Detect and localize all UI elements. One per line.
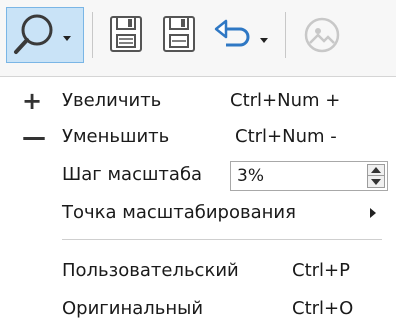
toolbar (0, 0, 396, 76)
submenu-arrow-icon (370, 208, 376, 218)
chevron-down-icon (260, 38, 268, 43)
menu-item-label: Оригинальный (62, 298, 204, 319)
save-icon (110, 16, 142, 52)
undo-icon (214, 19, 250, 47)
magnifier-icon (14, 14, 71, 54)
zoom-step-input[interactable] (231, 162, 359, 190)
plus-icon: + (22, 87, 43, 115)
menu-item-zoom-in[interactable]: + Увеличить Ctrl+Num + (0, 83, 396, 119)
menu-item-shortcut: Ctrl+Num + (230, 90, 341, 111)
menu-item-zoom-out[interactable]: — Уменьшить Ctrl+Num - (0, 119, 396, 155)
menu-item-label: Пользовательский (62, 260, 239, 281)
save-as-icon (163, 16, 195, 52)
menu-item-zoom-step: Шаг масштаба (0, 157, 396, 193)
undo-dropdown-button[interactable] (256, 7, 272, 63)
save-as-button[interactable] (158, 7, 202, 63)
spin-arrows[interactable] (367, 164, 385, 188)
zoom-step-spinbox[interactable] (230, 161, 388, 191)
image-button-disabled[interactable] (300, 7, 344, 63)
menu-divider (62, 239, 382, 240)
toolbar-separator (92, 12, 93, 58)
toolbar-separator (285, 12, 286, 58)
save-button[interactable] (105, 7, 149, 63)
spin-divider (368, 175, 384, 176)
picture-disabled-icon (304, 17, 340, 53)
menu-item-label: Шаг масштаба (62, 164, 203, 185)
menu-item-label: Точка масштабирования (62, 202, 296, 223)
zoom-menu-window: + Увеличить Ctrl+Num + — Уменьшить Ctrl+… (0, 0, 396, 335)
menu-item-shortcut: Ctrl+P (292, 260, 350, 281)
undo-button[interactable] (212, 7, 252, 63)
menu-item-original[interactable]: Оригинальный Ctrl+O (0, 291, 396, 327)
zoom-dropdown-button[interactable] (6, 7, 84, 63)
minus-icon: — (22, 123, 46, 151)
spin-down-icon[interactable] (371, 179, 381, 185)
zoom-menu: + Увеличить Ctrl+Num + — Уменьшить Ctrl+… (0, 76, 396, 335)
menu-item-label: Увеличить (62, 90, 162, 111)
menu-item-shortcut: Ctrl+Num - (235, 126, 337, 147)
menu-item-label: Уменьшить (62, 126, 170, 147)
menu-item-custom[interactable]: Пользовательский Ctrl+P (0, 253, 396, 289)
spin-up-icon[interactable] (371, 167, 381, 173)
chevron-down-icon (63, 36, 71, 41)
menu-item-zoom-point[interactable]: Точка масштабирования (0, 195, 396, 231)
menu-item-shortcut: Ctrl+O (292, 298, 354, 319)
